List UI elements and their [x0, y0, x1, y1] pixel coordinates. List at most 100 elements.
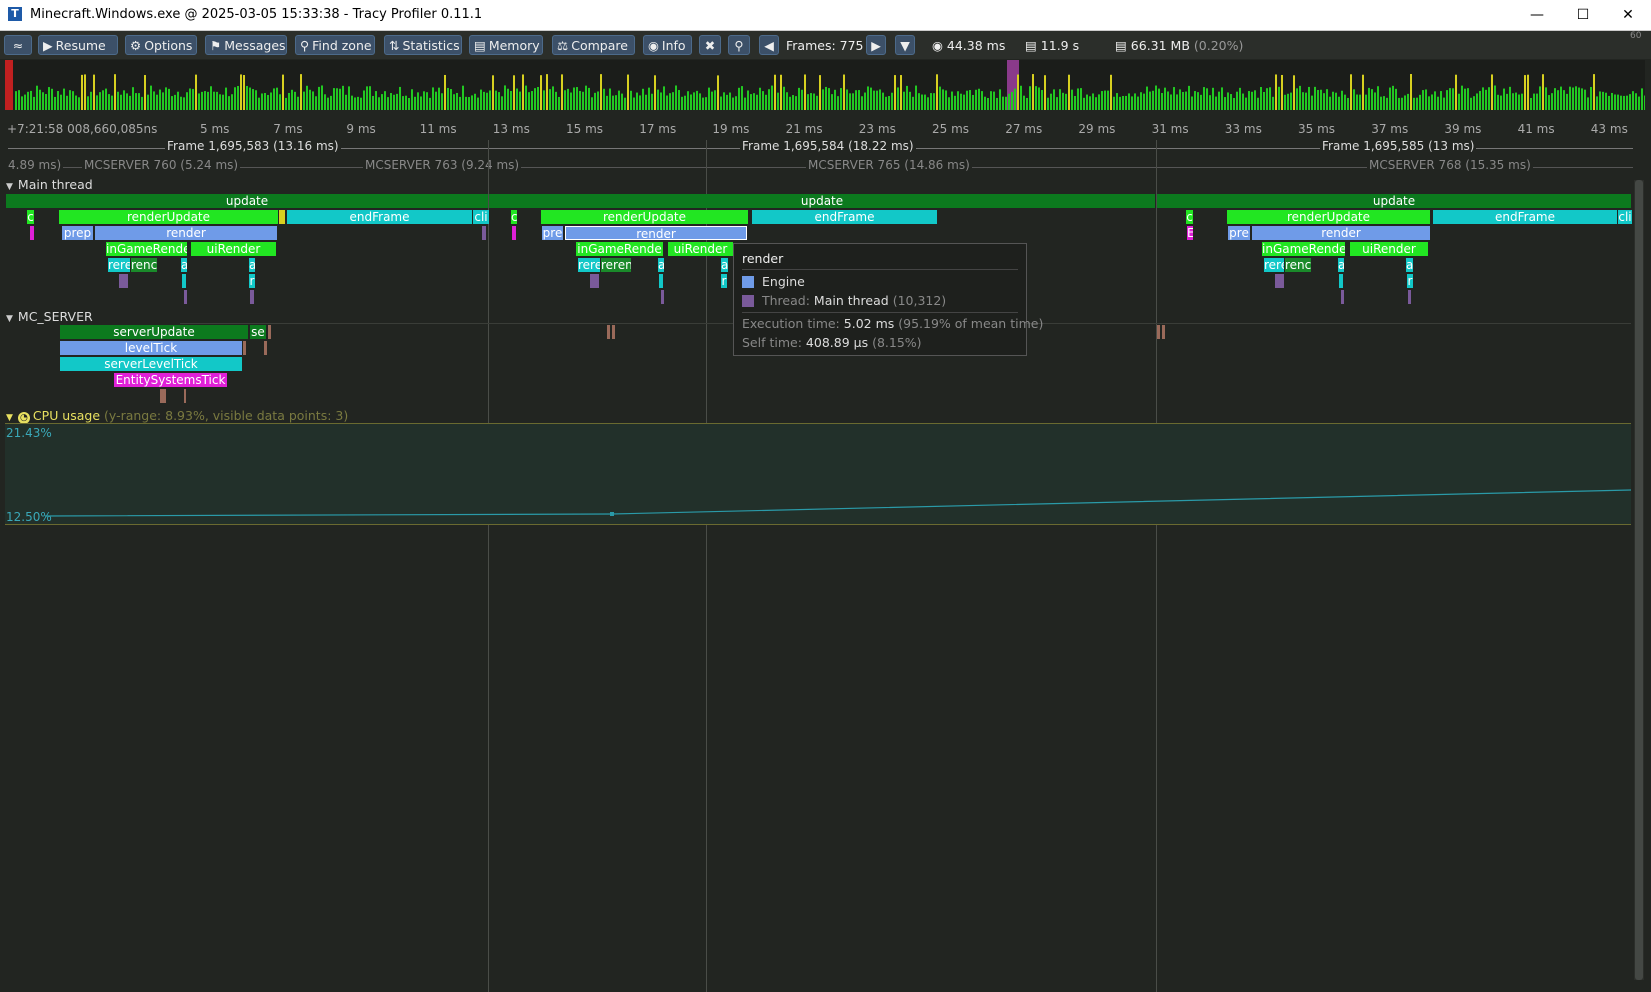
previous-frame-button[interactable]: ◀	[759, 35, 779, 55]
zone-pre[interactable]: pre	[542, 226, 563, 240]
zone-renderUpdate[interactable]: renderUpdate	[541, 210, 748, 224]
zone-tiny[interactable]	[182, 274, 186, 288]
zone-tiny[interactable]	[482, 226, 486, 240]
mc-server-header[interactable]: ▼ MC_SERVER	[6, 309, 93, 324]
zone-entitySystemsTick[interactable]: EntitySystemsTick	[114, 373, 227, 387]
zone-rere[interactable]: rere	[108, 258, 130, 272]
statistics-button[interactable]: ⇅ Statistics	[384, 35, 462, 55]
zone-pre[interactable]: pre	[1228, 226, 1250, 240]
next-frame-button[interactable]: ▶	[866, 35, 886, 55]
zone-serverUpdate[interactable]: serverUpdate	[60, 325, 248, 339]
zone-serverLevelTick[interactable]: serverLevelTick	[60, 357, 242, 371]
mcserver-label-0[interactable]: 4.89 ms)	[6, 158, 64, 172]
zone-tiny[interactable]	[184, 389, 186, 403]
zone-uiRender[interactable]: uiRender	[668, 242, 733, 256]
compare-button[interactable]: ⚖ Compare	[552, 35, 635, 55]
options-button[interactable]: ⚙ Options	[125, 35, 197, 55]
memory-button[interactable]: ▤ Memory	[469, 35, 543, 55]
zone-tiny[interactable]	[264, 341, 267, 355]
zone-c[interactable]: c	[511, 210, 517, 224]
zoom-button[interactable]: ⚲	[728, 35, 750, 55]
timeline-scrollbar[interactable]	[1634, 180, 1644, 980]
zone-tiny[interactable]	[607, 325, 610, 339]
zone-tiny[interactable]	[160, 389, 166, 403]
zone-r[interactable]: r	[1407, 274, 1413, 288]
minimize-button[interactable]: —	[1514, 0, 1560, 30]
zone-cli[interactable]: cli	[473, 210, 489, 224]
frame-label-1[interactable]: Frame 1,695,583 (13.16 ms)	[165, 139, 341, 153]
zone-a[interactable]: a	[249, 258, 255, 272]
zone-r[interactable]: r	[249, 274, 255, 288]
zone-c[interactable]: c	[1186, 210, 1193, 224]
messages-button[interactable]: ⚑ Messages	[205, 35, 287, 55]
zone-renderUpdate[interactable]: renderUpdate	[1227, 210, 1430, 224]
zone-rerend[interactable]: rerend	[601, 258, 631, 272]
maximize-button[interactable]: ☐	[1560, 0, 1606, 30]
mcserver-label-2[interactable]: MCSERVER 763 (9.24 ms)	[363, 158, 522, 172]
zone-endFrame[interactable]: endFrame	[752, 210, 937, 224]
zone-renc[interactable]: renc	[1285, 258, 1311, 272]
find-zone-button[interactable]: ⚲ Find zone	[295, 35, 375, 55]
zone-small[interactable]	[279, 210, 285, 224]
zone-update[interactable]: update	[6, 194, 488, 208]
zone-update[interactable]: update	[489, 194, 1155, 208]
mcserver-label-4[interactable]: MCSERVER 768 (15.35 ms)	[1367, 158, 1533, 172]
cpu-usage-plot[interactable]: 21.43% 12.50%	[5, 423, 1631, 525]
zone-a[interactable]: a	[1338, 258, 1344, 272]
zone-uiRender[interactable]: uiRender	[191, 242, 276, 256]
time-ruler[interactable]: +7:21:58 008,660,085ns 5 ms 7 ms 9 ms 11 ms…	[0, 112, 1651, 142]
close-button[interactable]: ✕	[1605, 0, 1651, 30]
zone-uiRender[interactable]: uiRender	[1350, 242, 1428, 256]
zone-tiny[interactable]	[1162, 325, 1165, 339]
cpu-usage-header[interactable]: ▼ ◔ CPU usage (y-range: 8.93%, visible dat…	[6, 408, 348, 424]
zone-se[interactable]: se	[250, 325, 266, 339]
zone-cli[interactable]: cli	[1618, 210, 1632, 224]
zone-tiny[interactable]	[184, 290, 187, 304]
zone-tiny[interactable]	[659, 274, 663, 288]
zone-tiny[interactable]	[1339, 274, 1343, 288]
zone-tiny[interactable]	[612, 325, 615, 339]
zone-rere[interactable]: rere	[1264, 258, 1284, 272]
zone-endFrame[interactable]: endFrame	[287, 210, 472, 224]
zone-render[interactable]: render	[95, 226, 277, 240]
zone-tiny[interactable]	[512, 226, 516, 240]
scrollbar-thumb[interactable]	[1635, 180, 1643, 980]
zone-renderUpdate[interactable]: renderUpdate	[59, 210, 278, 224]
zone-inGameRender[interactable]: inGameRende	[576, 242, 663, 256]
main-thread-header[interactable]: ▼ Main thread	[6, 177, 93, 192]
zone-tiny[interactable]	[1341, 290, 1344, 304]
zone-inGameRender[interactable]: inGameRende	[1262, 242, 1345, 256]
zone-tiny[interactable]	[119, 274, 128, 288]
frame-label-2[interactable]: Frame 1,695,584 (18.22 ms)	[740, 139, 916, 153]
zone-tiny[interactable]	[250, 290, 254, 304]
zone-endFrame[interactable]: endFrame	[1433, 210, 1617, 224]
zone-tiny[interactable]	[1275, 274, 1284, 288]
zone-tiny[interactable]	[661, 290, 664, 304]
frame-overview-graph[interactable]	[5, 60, 1646, 110]
zone-c[interactable]: c	[27, 210, 34, 224]
zone-inGameRender[interactable]: inGameRende	[106, 242, 187, 256]
zone-a[interactable]: a	[721, 258, 728, 272]
zone-tiny[interactable]	[30, 226, 34, 240]
zone-levelTick[interactable]: levelTick	[60, 341, 242, 355]
tools-button[interactable]: ✖	[699, 35, 721, 55]
zone-a[interactable]: a	[658, 258, 664, 272]
zone-render-hovered[interactable]: render	[565, 226, 747, 240]
zone-a[interactable]: a	[1406, 258, 1413, 272]
zone-a[interactable]: a	[181, 258, 187, 272]
zone-tiny[interactable]	[590, 274, 599, 288]
zone-tiny[interactable]	[268, 325, 271, 339]
zone-render[interactable]: render	[1252, 226, 1430, 240]
zone-prep[interactable]: prep	[62, 226, 93, 240]
frame-label-3[interactable]: Frame 1,695,585 (13 ms)	[1320, 139, 1477, 153]
zone-tiny[interactable]	[1157, 325, 1160, 339]
frame-dropdown-button[interactable]: ▼	[895, 35, 915, 55]
mcserver-label-3[interactable]: MCSERVER 765 (14.86 ms)	[806, 158, 972, 172]
zone-E[interactable]: E	[1187, 226, 1193, 240]
mcserver-label-1[interactable]: MCSERVER 760 (5.24 ms)	[82, 158, 241, 172]
connection-wifi-button[interactable]: ≈	[4, 35, 32, 55]
resume-button[interactable]: ▶ Resume	[38, 35, 118, 55]
info-button[interactable]: ◉ Info	[643, 35, 692, 55]
zone-tiny[interactable]	[1408, 290, 1411, 304]
zone-renc[interactable]: renc	[131, 258, 157, 272]
